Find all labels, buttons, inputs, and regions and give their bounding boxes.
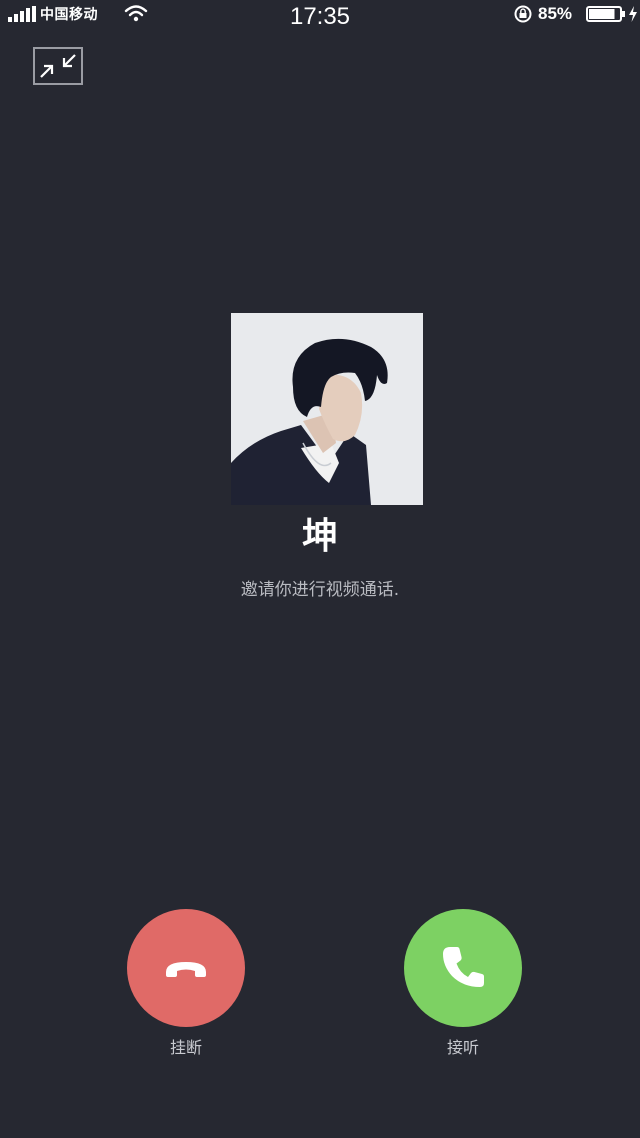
charging-icon xyxy=(629,6,637,22)
video-call-incoming-screen: 中国移动 17:35 85% 坤 邀请你进行视频通话. 挂断 接听 xyxy=(0,0,640,1138)
hang-up-label: 挂断 xyxy=(169,1038,202,1057)
phone-icon xyxy=(443,947,484,987)
hang-up-phone-icon xyxy=(166,962,206,977)
answer-action: 接听 xyxy=(404,909,522,1059)
hang-up-button[interactable] xyxy=(127,909,245,1027)
hang-up-action: 挂断 xyxy=(127,909,245,1059)
minimize-icon xyxy=(40,54,76,78)
answer-button[interactable] xyxy=(404,909,522,1027)
caller-name: 坤 xyxy=(301,516,338,557)
answer-label: 接听 xyxy=(446,1038,479,1057)
status-bar: 中国移动 17:35 85% xyxy=(0,0,640,34)
battery-icon xyxy=(586,6,625,22)
avatar-photo xyxy=(231,313,423,505)
caller-avatar xyxy=(231,313,423,505)
minimize-button[interactable] xyxy=(33,47,83,85)
rotation-lock-icon xyxy=(514,5,532,23)
call-status-text: 邀请你进行视频通话. xyxy=(240,580,400,600)
battery-percent: 85% xyxy=(538,4,573,23)
